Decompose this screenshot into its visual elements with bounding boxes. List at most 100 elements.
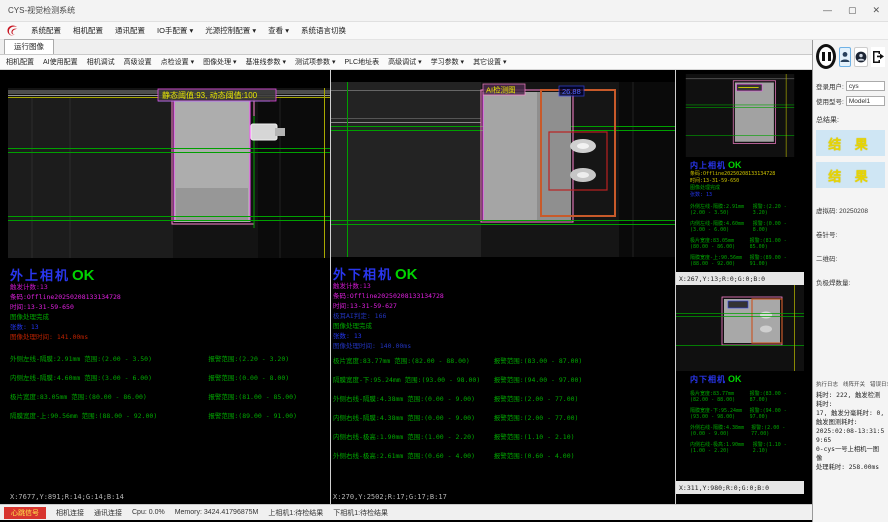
settings-button[interactable] (854, 47, 868, 67)
info-fields: 虚拟码: 20250208 卷针号: 二维码: 负极焊数量: (816, 191, 885, 287)
login-user-value[interactable]: cys (846, 81, 885, 91)
control-panel: 登录用户: cys 使用型号: Model1 总结果: 结 果 结 果 虚拟码:… (812, 40, 888, 522)
toolbar-item[interactable]: 其它设置 ▾ (473, 57, 506, 67)
alarm-range: 报警:(2.20 - 3.20) (753, 204, 804, 216)
camera-view-inner-lower[interactable] (676, 285, 804, 371)
alarm-range: 报警:(2.00 - 77.00) (751, 425, 804, 437)
maximize-button[interactable]: ▢ (848, 5, 857, 16)
measure-rows: 极片宽度:83.77mm 范围:(82.00 - 88.00)报警范围:(83.… (333, 357, 675, 460)
measure-row: 隔膜宽度-下:95.24mm 范围:(93.00 - 98.00)报警范围:(9… (333, 376, 675, 384)
tab-strip: 运行图像 (0, 40, 812, 55)
ai-judge-line: 极耳AI判定: 166 (333, 311, 675, 321)
measure-value: 内侧右线-极高:1.90mm 范围:(1.00 - 2.20) (333, 433, 494, 441)
toolbar-item[interactable]: 高级设置 (124, 57, 152, 67)
menu-item[interactable]: 通讯配置 (115, 25, 145, 36)
info-field: 二维码: (816, 253, 885, 263)
login-user-label: 登录用户: (816, 81, 844, 91)
mini-camera-column: 内上相机 OK 条码:Offline20250208133134728 时间:1… (676, 70, 804, 504)
pause-button[interactable] (816, 44, 836, 69)
alarm-range: 报警:(89.00 - 91.00) (750, 255, 804, 267)
info-field: 虚拟码: 20250208 (816, 205, 885, 215)
control-buttons (816, 44, 885, 69)
toolbar-item[interactable]: 基准线参数 ▾ (246, 57, 286, 67)
app-logo-icon (6, 24, 19, 37)
measure-row: 内侧右线-极高:1.90mm (1.00 - 2.20)报警:(1.10 - 2… (690, 442, 804, 454)
menu-item[interactable]: 光源控制配置 ▾ (205, 25, 256, 36)
toolbar-item[interactable]: 相机调试 (87, 57, 115, 67)
menu-item[interactable]: 查看 ▾ (268, 25, 289, 36)
toolbar-item[interactable]: 高级调试 ▾ (388, 57, 421, 67)
process-time-line: 图像处理时间: 141.00ms (10, 332, 330, 342)
close-button[interactable]: ✕ (872, 5, 880, 16)
measure-value: 极片宽度:83.05mm (80.00 - 86.00) (690, 238, 750, 250)
camera-view-outer-lower[interactable]: AI检测图 26.88 (331, 82, 675, 257)
menu-item[interactable]: 系统配置 (31, 25, 61, 36)
barcode-line: 条码:Offline20250208133134728 (690, 171, 804, 178)
menu-item[interactable]: IO手配置 ▾ (157, 25, 193, 36)
camera-panel-inner-upper: 内上相机 OK 条码:Offline20250208133134728 时间:1… (676, 70, 804, 272)
frame-count-line: 张数: 13 (333, 331, 675, 341)
log-tab[interactable]: 错误日志 (870, 380, 888, 388)
log-tab[interactable]: 执行日志 (816, 380, 838, 388)
measure-row: 内侧左线-隔膜:4.60mm (3.00 - 6.00)报警:(0.00 - 8… (690, 221, 804, 233)
status-ok-badge: OK (728, 160, 742, 170)
toolbar-item[interactable]: 点检设置 ▾ (161, 57, 194, 67)
alarm-range: 报警范围:(2.00 - 77.00) (494, 414, 579, 422)
log-line: 17, 触发分毫耗时: 0, (816, 409, 885, 418)
camera-view-inner-upper[interactable] (676, 74, 804, 157)
toolbar-item[interactable]: 学习参数 ▾ (431, 57, 464, 67)
alarm-range: 报警范围:(1.10 - 2.10) (494, 433, 575, 441)
measure-row: 外侧左线-隔膜:2.91mm (2.00 - 3.50)报警:(2.20 - 3… (690, 204, 804, 216)
main-area: 静态阈值:93, 动态阈值:100 外上相机 OK 触发计数:13 条码:Off… (0, 70, 812, 504)
user-icon (840, 51, 850, 63)
log-line: 耗时: 222, 触发检测耗时: (816, 391, 885, 409)
toolbar-item[interactable]: PLC地址表 (345, 57, 380, 67)
tab-run-image[interactable]: 运行图像 (4, 39, 54, 54)
alarm-range: 报警:(81.00 - 85.00) (750, 238, 804, 250)
alarm-range: 报警范围:(0.60 - 4.00) (494, 452, 575, 460)
measure-row: 内侧左线-隔膜:4.60mm 范围:(3.00 - 6.00)报警范围:(0.0… (10, 374, 330, 382)
info-field: 卷针号: (816, 229, 885, 239)
measure-rows: 外侧左线-隔膜:2.91mm (2.00 - 3.50)报警:(2.20 - 3… (690, 204, 804, 267)
toolbar-item[interactable]: AI使用配置 (43, 57, 78, 67)
camera-title: 内下相机 (690, 374, 726, 385)
measure-value: 内侧右线-极高:1.90mm (1.00 - 2.20) (690, 442, 753, 454)
toolbar-item[interactable]: 测试项参数 ▾ (295, 57, 335, 67)
menu-item[interactable]: 系统语言切换 (301, 25, 346, 36)
measure-value: 隔膜宽度-上:90.56mm (88.00 - 92.00) (690, 255, 750, 267)
status-bar: 心跳信号 相机连接 通讯连接 Cpu: 0.0% Memory: 3424.41… (0, 504, 812, 520)
measure-row: 极片宽度:83.05mm 范围:(80.00 - 86.00)报警范围:(81.… (10, 393, 330, 401)
measure-row: 极片宽度:83.77mm (82.00 - 88.00)报警:(83.00 - … (690, 391, 804, 403)
toolbar-item[interactable]: 相机配置 (6, 57, 34, 67)
measure-rows: 外侧左线-隔膜:2.91mm 范围:(2.00 - 3.50)报警范围:(2.2… (10, 355, 330, 420)
model-label: 使用型号: (816, 96, 844, 106)
measure-row: 隔膜宽度-下:95.24mm (93.00 - 98.00)报警:(94.00 … (690, 408, 804, 420)
exit-button[interactable] (871, 47, 885, 67)
measure-value: 极片宽度:83.77mm (82.00 - 88.00) (690, 391, 750, 403)
ai-overlay-label: AI检测图 (486, 85, 516, 95)
gear-icon (855, 51, 867, 63)
camera-panel-inner-lower: 内下相机 OK 极片宽度:83.77mm (82.00 - 88.00)报警:(… (676, 285, 804, 481)
info-field: 负极焊数量: (816, 277, 885, 287)
measure-value: 外侧右线-隔膜:4.38mm (0.00 - 9.00) (690, 425, 751, 437)
result-box-lower: 结 果 (816, 162, 885, 188)
measure-value: 外侧右线-隔膜:4.38mm 范围:(0.00 - 9.00) (333, 395, 494, 403)
measure-row: 隔膜宽度-上:90.56mm 范围:(88.00 - 92.00)报警范围:(8… (10, 412, 330, 420)
time-line: 时间:13-31-59-650 (690, 178, 804, 185)
model-value[interactable]: Model1 (846, 96, 885, 106)
time-line: 时间:13-31-59-627 (333, 301, 675, 311)
menu-item[interactable]: 相机配置 (73, 25, 103, 36)
menu-bar: 系统配置 相机配置 通讯配置 IO手配置 ▾ 光源控制配置 ▾ 查看 ▾ 系统语言切换 (0, 22, 888, 40)
process-done-line: 图像处理完成 (690, 185, 804, 192)
toolbar-item[interactable]: 图像处理 ▾ (203, 57, 236, 67)
measure-row: 外侧右线-极高:2.61mm 范围:(0.60 - 4.00)报警范围:(0.6… (333, 452, 675, 460)
minimize-button[interactable]: — (823, 5, 832, 16)
camera-view-outer-upper[interactable]: 静态阈值:93, 动态阈值:100 (8, 88, 330, 258)
comm-link-status: 通讯连接 (94, 508, 122, 518)
login-user-button[interactable] (839, 47, 851, 67)
process-done-line: 图像处理完成 (333, 321, 675, 331)
total-result-label: 总结果: (816, 115, 885, 125)
pixel-coords-readout: X:267,Y:13;R:0;G:0;B:0 (676, 272, 804, 285)
memory-usage: Memory: 3424.41796875M (175, 509, 259, 516)
log-tab[interactable]: 线阵开关 (843, 380, 865, 388)
